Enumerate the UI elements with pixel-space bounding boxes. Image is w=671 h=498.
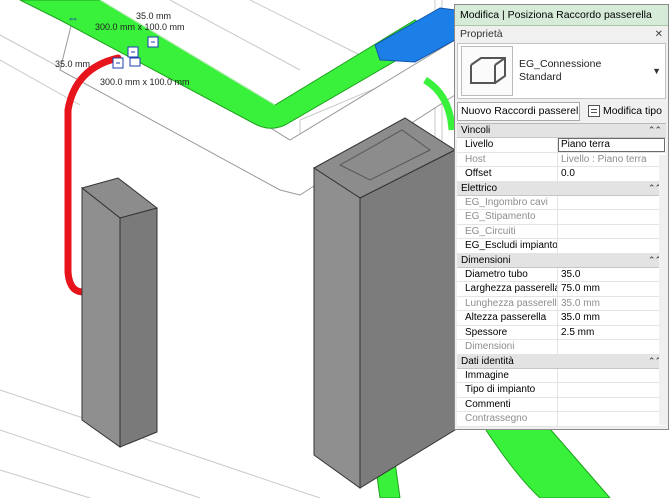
property-row-altezza-passerella: Altezza passerella 35.0 mm bbox=[457, 311, 666, 326]
property-row-eg-ingombro-cavi: EG_Ingombro cavi bbox=[457, 195, 666, 210]
property-value[interactable] bbox=[558, 383, 666, 397]
property-row-offset: Offset 0.0 bbox=[457, 167, 666, 182]
property-value[interactable] bbox=[558, 369, 666, 383]
group-label: Dimensioni bbox=[461, 254, 511, 266]
property-value bbox=[558, 412, 666, 426]
property-value: 35.0 mm bbox=[561, 297, 600, 309]
property-label: Offset bbox=[457, 167, 558, 181]
property-row-diametro-tubo: Diametro tubo 35.0 bbox=[457, 267, 666, 282]
edit-type-button[interactable]: Modifica tipo bbox=[584, 102, 666, 121]
dim-label-4[interactable]: 300.0 mm x 100.0 mm bbox=[100, 77, 190, 87]
property-value[interactable] bbox=[558, 398, 666, 412]
property-row-immagine: Immagine bbox=[457, 368, 666, 383]
property-row-eg-stipamento: EG_Stipamento bbox=[457, 210, 666, 225]
instance-filter-value: Nuovo Raccordi passerel bbox=[461, 105, 579, 117]
tray-fitting-icon bbox=[461, 46, 513, 96]
property-row-host: Host Livello : Piano terra bbox=[457, 152, 666, 167]
property-value[interactable]: Piano terra bbox=[558, 138, 665, 152]
property-value[interactable]: 35.0 mm bbox=[558, 311, 666, 325]
property-value[interactable]: 35.0 bbox=[558, 268, 666, 282]
chevron-down-icon: ⌄ bbox=[578, 106, 579, 117]
group-vincoli[interactable]: Vincoli ⌃⌃ bbox=[457, 124, 666, 138]
instance-filter-dropdown[interactable]: Nuovo Raccordi passerel ⌄ bbox=[457, 101, 581, 121]
property-value bbox=[558, 210, 666, 224]
group-elettrico[interactable]: Elettrico ⌃⌃ bbox=[457, 181, 666, 196]
equipment-box-left[interactable] bbox=[80, 177, 159, 448]
instance-row: Nuovo Raccordi passerel ⌄ Modifica tipo bbox=[455, 99, 668, 123]
property-label: Immagine bbox=[457, 368, 558, 382]
equipment-box-right[interactable] bbox=[313, 117, 457, 489]
property-row-tipo-di-impianto: Tipo di impianto bbox=[457, 383, 666, 398]
group-label: Vincoli bbox=[461, 125, 491, 136]
panel-scrollbar[interactable] bbox=[659, 155, 666, 425]
property-label: Lunghezza passerella bbox=[457, 296, 558, 310]
property-label: Dimensioni bbox=[457, 340, 558, 354]
property-value[interactable] bbox=[558, 239, 666, 253]
group-label: Dati identità bbox=[461, 355, 514, 367]
property-value[interactable]: 75.0 mm bbox=[558, 282, 666, 296]
property-label: Altezza passerella bbox=[457, 311, 558, 325]
type-name: EG_Connessione Standard bbox=[519, 58, 601, 84]
property-label: EG_Escludi impianto bbox=[457, 239, 558, 253]
panel-section-label: Proprietà bbox=[460, 28, 503, 40]
property-row-dimensioni: Dimensioni bbox=[457, 340, 666, 355]
property-row-larghezza-passerella: Larghezza passerella 75.0 mm bbox=[457, 282, 666, 297]
property-label: Host bbox=[457, 152, 558, 166]
caret-down-icon[interactable]: ▼ bbox=[652, 66, 661, 76]
flip-arrow-icon[interactable]: ⇔ bbox=[67, 11, 79, 25]
property-row-eg-escludi-impianto: EG_Escludi impianto bbox=[457, 239, 666, 254]
property-value bbox=[558, 196, 666, 210]
property-label: EG_Ingombro cavi bbox=[457, 195, 558, 209]
property-label: Livello bbox=[457, 138, 558, 152]
edit-type-icon bbox=[588, 105, 601, 117]
property-label: Tipo di impianto bbox=[457, 383, 558, 397]
property-value bbox=[558, 340, 666, 354]
dim-label-2[interactable]: 300.0 mm x 100.0 mm bbox=[95, 22, 185, 32]
close-icon[interactable]: ✕ bbox=[655, 29, 663, 40]
property-row-lunghezza-passerella: Lunghezza passerella 35.0 mm bbox=[457, 296, 666, 311]
property-label: Spessore bbox=[457, 325, 558, 339]
group-dimensioni[interactable]: Dimensioni ⌃⌃ bbox=[457, 253, 666, 268]
property-value: Livello : Piano terra bbox=[561, 153, 647, 165]
group-dati-identita[interactable]: Dati identità ⌃⌃ bbox=[457, 354, 666, 369]
property-label: Contrassegno bbox=[457, 412, 558, 426]
property-row-commenti: Commenti bbox=[457, 397, 666, 412]
dim-label-3[interactable]: 35.0 mm bbox=[55, 59, 90, 69]
properties-panel: Modifica | Posiziona Raccordo passerella… bbox=[454, 4, 669, 430]
property-label: Commenti bbox=[457, 397, 558, 411]
type-type: Standard bbox=[519, 71, 562, 83]
property-row-contrassegno: Contrassegno bbox=[457, 412, 666, 427]
panel-title: Modifica | Posiziona Raccordo passerella bbox=[455, 5, 668, 26]
property-label: Diametro tubo bbox=[457, 267, 558, 281]
property-row-livello: Livello Piano terra bbox=[457, 138, 666, 153]
type-selector[interactable]: EG_Connessione Standard ▼ bbox=[457, 43, 666, 99]
property-row-eg-circuiti: EG_Circuiti bbox=[457, 224, 666, 239]
property-value bbox=[558, 225, 666, 239]
property-value[interactable]: 0.0 bbox=[558, 167, 666, 181]
property-label: EG_Circuiti bbox=[457, 224, 558, 238]
collapse-icon[interactable]: ⌃⌃ bbox=[648, 125, 662, 136]
property-label: Larghezza passerella bbox=[457, 282, 558, 296]
property-label: EG_Stipamento bbox=[457, 210, 558, 224]
panel-header: Proprietà ✕ bbox=[455, 26, 668, 42]
property-row-spessore: Spessore 2.5 mm bbox=[457, 325, 666, 340]
property-value[interactable]: 2.5 mm bbox=[558, 326, 666, 340]
dim-label-1[interactable]: 35.0 mm bbox=[136, 11, 171, 21]
edit-type-label: Modifica tipo bbox=[603, 105, 662, 117]
properties-grid: Vincoli ⌃⌃ Livello Piano terra Host Livello :… bbox=[457, 123, 666, 427]
type-family: EG_Connessione bbox=[519, 58, 602, 70]
group-label: Elettrico bbox=[461, 182, 498, 194]
